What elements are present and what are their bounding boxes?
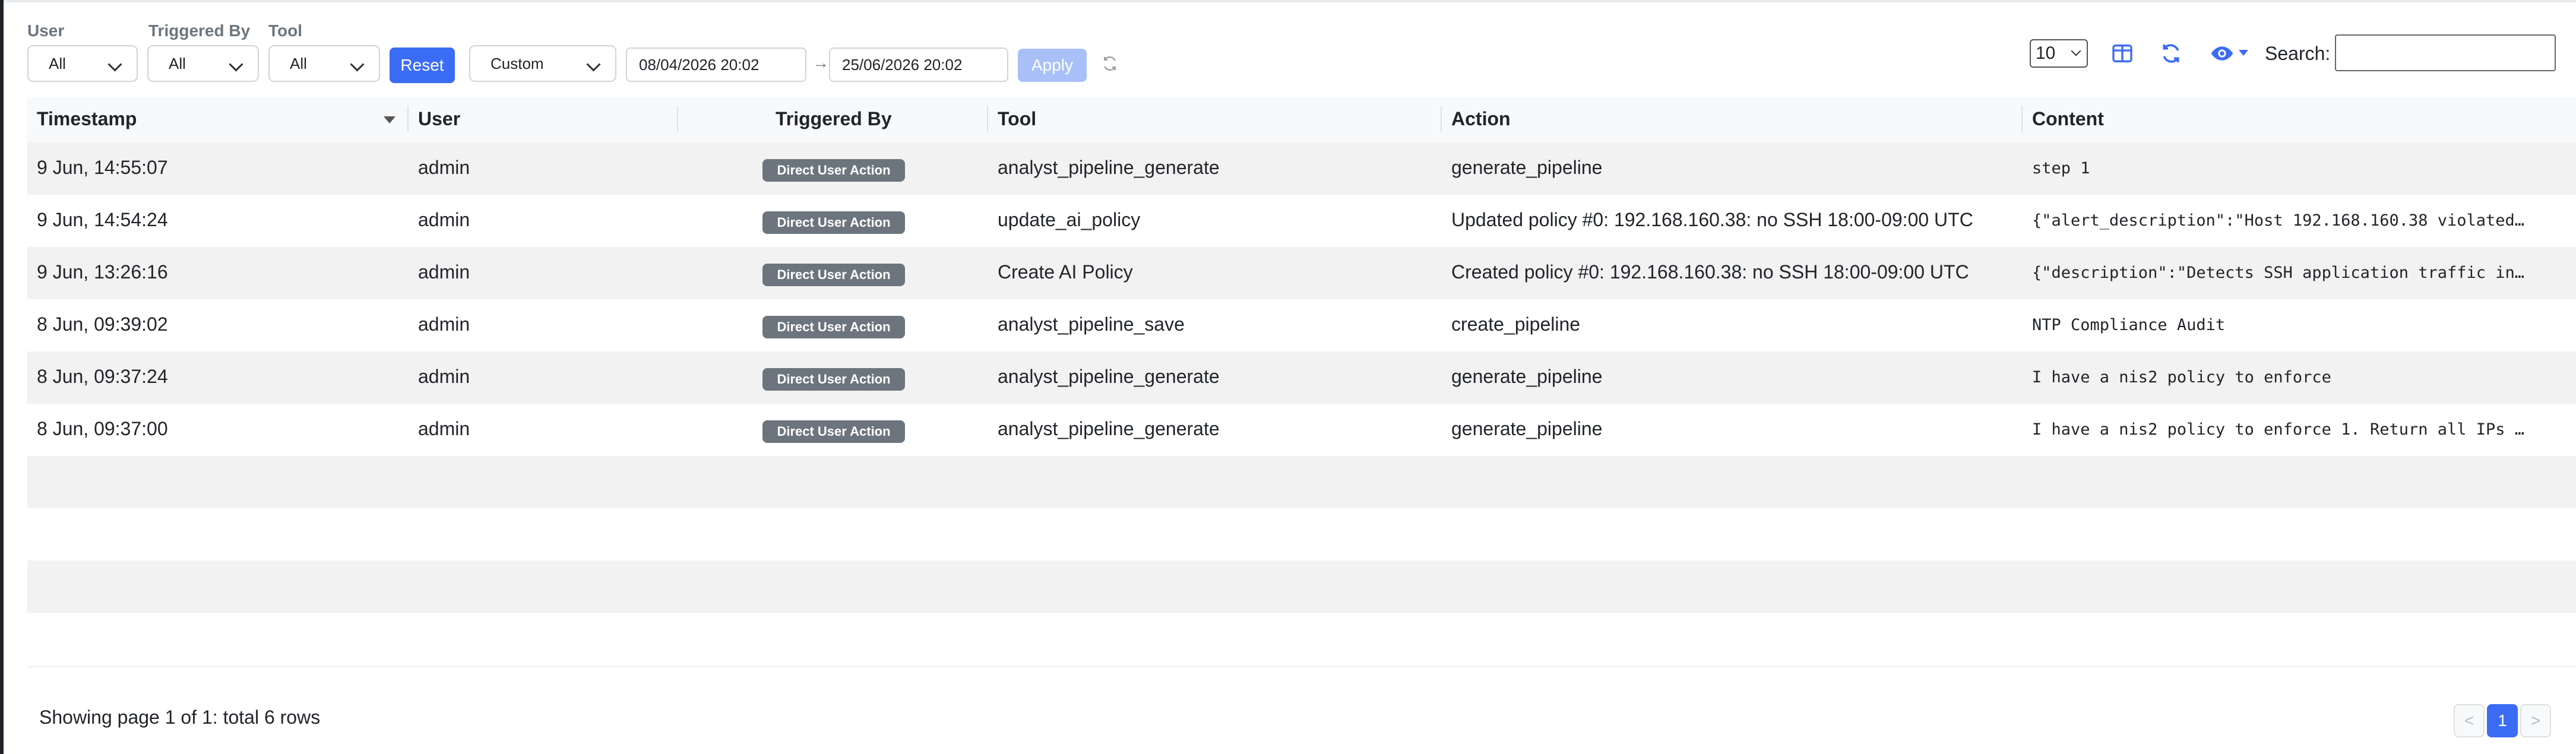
chevron-down-icon [107, 57, 122, 72]
prev-page-button[interactable]: < [2454, 704, 2485, 737]
triggered-by-filter-value: All [169, 55, 186, 72]
sort-desc-icon[interactable] [384, 116, 395, 123]
cell-action: Created policy #0: 192.168.160.38: no SS… [1451, 261, 1969, 283]
cell-tool: Create AI Policy [998, 261, 1133, 283]
table-row[interactable]: 8 Jun, 09:37:24 admin Direct User Action… [27, 351, 2576, 404]
cell-action: generate_pipeline [1451, 366, 1603, 387]
cell-user: admin [418, 209, 470, 230]
date-to-input[interactable]: 25/06/2026 20:02 [829, 47, 1008, 82]
page-size-value: 10 [2036, 43, 2056, 63]
cell-user: admin [418, 366, 470, 387]
apply-button[interactable]: Apply [1018, 49, 1087, 82]
pagination-summary: Showing page 1 of 1: total 6 rows [39, 707, 321, 728]
table-row[interactable]: 9 Jun, 14:54:24 admin Direct User Action… [27, 195, 2576, 247]
table-row[interactable]: 8 Jun, 09:37:00 admin Direct User Action… [27, 404, 2576, 456]
chevron-down-icon [229, 57, 243, 72]
cell-timestamp: 9 Jun, 14:55:07 [37, 157, 168, 178]
cell-tool: analyst_pipeline_generate [998, 157, 1220, 178]
triggered-by-badge: Direct User Action [762, 211, 905, 234]
search-input[interactable] [2335, 34, 2556, 71]
triggered-by-filter-select[interactable]: All [147, 45, 259, 82]
refresh-icon[interactable] [2159, 42, 2183, 65]
header-timestamp[interactable]: Timestamp [37, 108, 137, 130]
refresh-date-icon[interactable] [1101, 55, 1119, 72]
empty-row [27, 613, 2576, 665]
tool-filter-label: Tool [268, 21, 303, 40]
date-from-input[interactable]: 08/04/2026 20:02 [626, 47, 806, 82]
date-range-arrow: → [812, 53, 829, 72]
header-triggered-by[interactable]: Triggered By [776, 108, 892, 130]
next-page-button[interactable]: > [2520, 704, 2551, 737]
column-divider [2021, 106, 2023, 132]
header-content[interactable]: Content [2032, 108, 2104, 130]
cell-tool: analyst_pipeline_generate [998, 366, 1220, 387]
header-user[interactable]: User [418, 108, 460, 130]
triggered-by-badge: Direct User Action [762, 420, 905, 443]
eye-icon[interactable] [2210, 42, 2234, 65]
cell-tool: analyst_pipeline_save [998, 313, 1185, 335]
audit-log-page: User Triggered By Tool All All All Reset… [0, 0, 2576, 754]
page-size-select[interactable]: 10 [2030, 39, 2088, 68]
column-divider [1441, 106, 1442, 132]
cell-action: create_pipeline [1451, 313, 1581, 335]
cell-content: I have a nis2 policy to enforce 1. Retur… [2032, 420, 2525, 439]
cell-timestamp: 9 Jun, 13:26:16 [37, 261, 168, 283]
cell-user: admin [418, 418, 470, 439]
cell-user: admin [418, 261, 470, 283]
user-filter-select[interactable]: All [27, 45, 138, 82]
header-tool[interactable]: Tool [998, 108, 1036, 130]
column-divider [987, 106, 988, 132]
cell-user: admin [418, 157, 470, 178]
empty-row [27, 508, 2576, 560]
chevron-down-icon [350, 57, 365, 72]
chevron-down-icon [2071, 46, 2081, 56]
caret-down-icon[interactable] [2239, 50, 2248, 56]
cell-content: NTP Compliance Audit [2032, 316, 2226, 334]
cell-user: admin [418, 313, 470, 335]
cell-action: generate_pipeline [1451, 418, 1603, 439]
triggered-by-badge: Direct User Action [762, 368, 905, 391]
table-row[interactable]: 9 Jun, 13:26:16 admin Direct User Action… [27, 247, 2576, 299]
cell-tool: update_ai_policy [998, 209, 1141, 230]
cell-tool: analyst_pipeline_generate [998, 418, 1220, 439]
chevron-down-icon [586, 57, 601, 72]
cell-content: step 1 [2032, 159, 2090, 178]
cell-content: I have a nis2 policy to enforce [2032, 368, 2331, 386]
column-divider [407, 106, 409, 132]
triggered-by-badge: Direct User Action [762, 264, 905, 286]
cell-action: Updated policy #0: 192.168.160.38: no SS… [1451, 209, 1973, 230]
left-edge-bar [0, 0, 4, 754]
triggered-by-badge: Direct User Action [762, 159, 905, 182]
search-label: Search: [2265, 43, 2331, 64]
user-filter-value: All [49, 55, 66, 72]
table-header [27, 97, 2576, 144]
triggered-by-badge: Direct User Action [762, 316, 905, 338]
cell-timestamp: 8 Jun, 09:39:02 [37, 313, 168, 335]
tool-filter-select[interactable]: All [268, 45, 380, 82]
footer-divider [27, 666, 2576, 667]
cell-content: {"alert_description":"Host 192.168.160.3… [2032, 211, 2525, 230]
tool-filter-value: All [290, 55, 307, 72]
cell-content: {"description":"Detects SSH application … [2032, 264, 2525, 282]
cell-timestamp: 9 Jun, 14:54:24 [37, 209, 168, 230]
columns-icon[interactable] [2110, 42, 2134, 65]
user-filter-label: User [27, 21, 65, 40]
table-row[interactable]: 9 Jun, 14:55:07 admin Direct User Action… [27, 142, 2576, 195]
header-action[interactable]: Action [1451, 108, 1511, 130]
empty-row [27, 456, 2576, 508]
empty-row [27, 560, 2576, 613]
table-row[interactable]: 8 Jun, 09:39:02 admin Direct User Action… [27, 299, 2576, 351]
current-page-button[interactable]: 1 [2487, 704, 2518, 737]
date-range-value: Custom [490, 55, 544, 72]
triggered-by-filter-label: Triggered By [148, 21, 251, 40]
reset-button[interactable]: Reset [390, 47, 455, 83]
cell-timestamp: 8 Jun, 09:37:00 [37, 418, 168, 439]
cell-action: generate_pipeline [1451, 157, 1603, 178]
cell-timestamp: 8 Jun, 09:37:24 [37, 366, 168, 387]
column-divider [677, 106, 678, 132]
top-divider [4, 0, 2576, 2]
date-range-select[interactable]: Custom [469, 45, 616, 82]
